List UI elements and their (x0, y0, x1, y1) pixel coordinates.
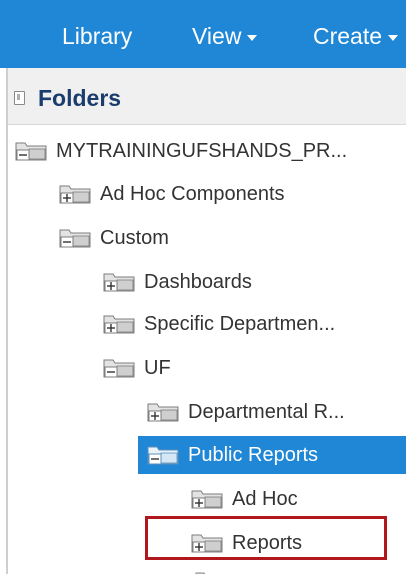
tree-item[interactable]: Public Reports (138, 436, 406, 474)
tree-item-label: Specific Departmen... (144, 313, 336, 335)
tree-item-label: Reports (232, 532, 303, 554)
nav-view-label: View (192, 23, 242, 49)
folder-expand-icon[interactable] (102, 271, 136, 293)
tree-item[interactable]: Ad Hoc (190, 480, 406, 518)
folder-collapse-icon[interactable] (14, 140, 48, 162)
tree-item[interactable]: Dashboards (102, 263, 406, 301)
chevron-down-icon (247, 34, 258, 41)
tree-item-label: Public Reports (188, 444, 319, 466)
folder-expand-icon[interactable] (102, 313, 136, 335)
tree-item[interactable]: Ad Hoc Components (58, 175, 406, 213)
nav-create-label: Create (313, 23, 383, 49)
tree-item[interactable]: UF (102, 349, 406, 387)
panel-collapse-icon[interactable] (14, 91, 25, 105)
tree-item-label: Custom (100, 227, 169, 249)
tree-item-label: Departmental R... (188, 401, 345, 423)
top-nav-bar: Library View Create (0, 0, 406, 68)
folder-expand-icon[interactable] (146, 401, 180, 423)
panel-title: Folders (38, 85, 122, 111)
tree-item-label: Ad Hoc Components (100, 183, 285, 205)
folder-expand-icon[interactable] (58, 183, 92, 205)
tree-item-label: UF (144, 357, 171, 379)
tree-item-label: Ad Hoc (232, 488, 298, 510)
tree-item[interactable]: Reports (190, 524, 380, 562)
nav-library-label: Library (62, 23, 133, 49)
chevron-down-icon (388, 34, 399, 41)
panel-border (6, 68, 8, 574)
folder-expand-icon[interactable] (190, 488, 224, 510)
folder-collapse-icon[interactable] (102, 357, 136, 379)
nav-library[interactable]: Library (62, 22, 132, 50)
tree-item[interactable]: Departmental R... (146, 393, 406, 431)
nav-view[interactable]: View (192, 22, 258, 50)
app-window: Library View Create Folders MYTRAININGUF… (0, 0, 406, 574)
tree-item-label: MYTRAININGUFSHANDS_PR... (56, 140, 348, 162)
folder-expand-icon[interactable] (190, 532, 224, 554)
tree-item[interactable]: Custom (58, 219, 406, 257)
tree-item[interactable]: MYTRAININGUFSHANDS_PR... (14, 132, 406, 170)
tree-item-label: Dashboards (144, 271, 252, 293)
partial-folder-icon (194, 566, 224, 574)
folders-panel-header: Folders (8, 68, 406, 125)
folder-collapse-icon[interactable] (58, 227, 92, 249)
tree-item[interactable]: Specific Departmen... (102, 305, 406, 343)
nav-create[interactable]: Create (313, 22, 399, 50)
folder-collapse-icon[interactable] (146, 444, 180, 466)
